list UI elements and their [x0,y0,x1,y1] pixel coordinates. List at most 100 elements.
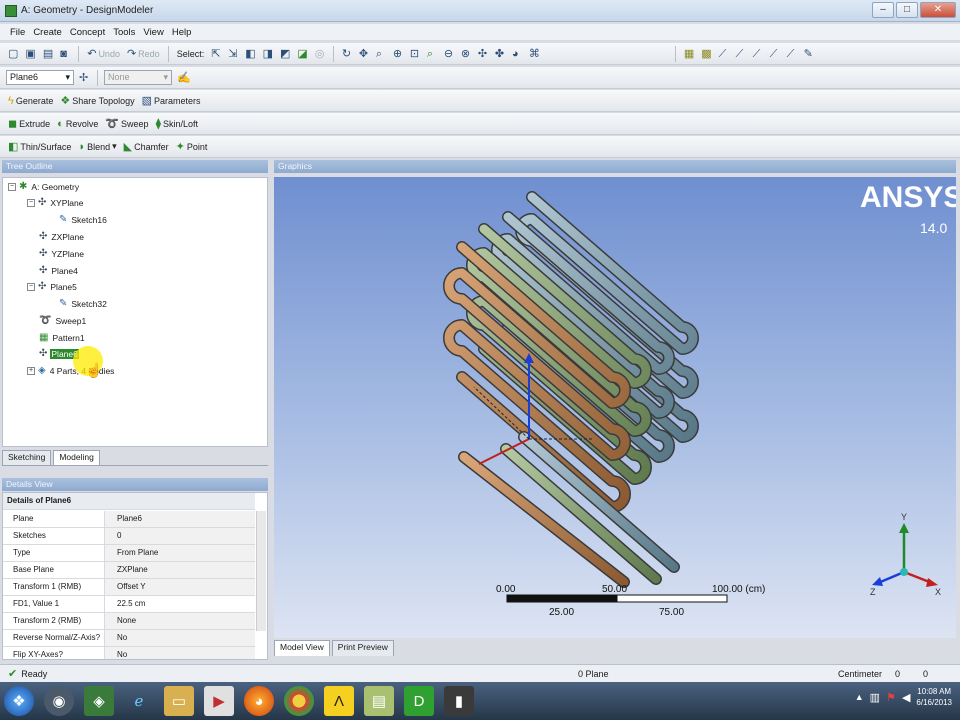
generate-button[interactable]: ϟ Generate [6,93,55,109]
menu-file[interactable]: File [10,27,25,38]
undo-button[interactable]: ↶ Undo [85,46,122,62]
tab-print-preview[interactable]: Print Preview [331,640,394,656]
clock[interactable]: 10:08 AM 6/16/2013 [916,686,952,708]
tab-model-view[interactable]: Model View [274,640,330,656]
extrude-button[interactable]: ◼ Extrude [6,116,52,132]
new-plane-toolbar-button[interactable]: ✢ [77,70,91,86]
wireframe-button[interactable]: ⌘ [527,46,542,62]
point-tool-button[interactable]: ⟋ [768,46,782,62]
select-type-button[interactable]: ⇲ [226,46,240,62]
zoom-fit-button[interactable]: ⊡ [408,46,422,62]
maximize-button[interactable]: □ [896,2,918,18]
line-tool-button[interactable]: ⟋ [734,46,748,62]
tree-node-sketch32[interactable]: ✎ Sketch32 [59,299,108,310]
revolve-button[interactable]: ◐ Revolve [55,116,100,132]
pan-button[interactable]: ✥ [357,46,371,62]
point-button[interactable]: ✦ Point [174,139,210,155]
menu-view[interactable]: View [143,27,163,38]
taskbar-app-workbench[interactable]: Λ [324,686,354,716]
menu-help[interactable]: Help [172,27,192,38]
blend-button[interactable]: ◗ Blend ▾ [76,139,118,155]
menu-concept[interactable]: Concept [70,27,105,38]
dimension-button[interactable]: ⟋ [717,46,731,62]
details-row[interactable]: Sketches 0 [3,528,255,545]
pin-tool-button[interactable]: ✎ [802,46,816,62]
details-row[interactable]: Plane Plane6 [3,511,255,528]
screenshot-button[interactable]: ◙ [58,46,72,62]
details-row[interactable]: Base Plane ZXPlane [3,562,255,579]
skin-loft-button[interactable]: ⧫ Skin/Loft [154,116,200,132]
tree-node-yzplane[interactable]: ✣ YZPlane [39,249,85,260]
flag-icon[interactable]: ⚑ [886,691,896,704]
select-bodies-button[interactable]: ◪ [295,46,309,62]
rotate-button[interactable]: ↻ [340,46,354,62]
details-group[interactable]: Details of Plane6 [3,493,255,510]
select-edges-button[interactable]: ◨ [261,46,275,62]
new-button[interactable]: ▢ [6,46,20,62]
sketch-select[interactable]: None ▾ [104,70,172,85]
collapse-icon[interactable]: − [27,199,35,207]
new-plane-button[interactable]: ▦ [682,46,696,62]
tree-node-sketch16[interactable]: ✎ Sketch16 [59,215,108,226]
tab-modeling[interactable]: Modeling [53,450,100,465]
previous-view-button[interactable]: ⊖ [442,46,456,62]
tree-node-sweep1[interactable]: ➰ Sweep1 [39,316,87,327]
network-icon[interactable]: ▥ [870,691,880,704]
collapse-icon[interactable]: − [27,283,35,291]
zoom-button[interactable]: ⌕ [374,46,388,62]
taskbar-app-ansys[interactable]: ◈ [84,686,114,716]
details-row[interactable]: FD1, Value 1 22.5 cm [3,596,255,613]
export-button[interactable]: ▤ [41,46,55,62]
collapse-icon[interactable]: − [8,183,16,191]
details-row[interactable]: Flip XY-Axes? No [3,647,255,659]
tree-node-zxplane[interactable]: ✣ ZXPlane [39,232,85,243]
tree-node-plane5[interactable]: − ✣ Plane5 [27,282,78,292]
select-points-button[interactable]: ◧ [243,46,257,62]
save-button[interactable]: ▣ [23,46,37,62]
expand-icon[interactable]: + [27,367,35,375]
minimize-button[interactable]: – [872,2,894,18]
extend-select-button[interactable]: ◎ [313,46,327,62]
redo-button[interactable]: ↷ Redo [125,46,162,62]
details-row[interactable]: Reverse Normal/Z-Axis? No [3,630,255,647]
tree-node-plane4[interactable]: ✣ Plane4 [39,266,79,277]
new-sketch-button[interactable]: ▩ [699,46,713,62]
display-mode-button[interactable]: ◕ [510,46,524,62]
tree-node-pattern1[interactable]: ▦ Pattern1 [39,333,86,344]
parameters-button[interactable]: ▧ Parameters [140,93,203,109]
taskbar-app-chrome[interactable] [284,686,314,716]
tray-arrow-icon[interactable]: ▲ [855,692,864,702]
iso-view-button[interactable]: ✣ [476,46,490,62]
volume-icon[interactable]: ◀ [902,691,910,704]
details-row[interactable]: Transform 2 (RMB) None [3,613,255,630]
plane-select[interactable]: Plane6 ▾ [6,70,74,85]
tab-sketching[interactable]: Sketching [2,450,52,465]
look-at-button[interactable]: ✤ [493,46,507,62]
details-row[interactable]: Transform 1 (RMB) Offset Y [3,579,255,596]
sweep-button[interactable]: ➰ Sweep [103,116,150,132]
start-button[interactable]: ❖ [4,686,34,716]
select-faces-button[interactable]: ◩ [278,46,292,62]
next-view-button[interactable]: ⊗ [459,46,473,62]
details-scrollbar[interactable] [256,511,266,631]
taskbar-app-explorer[interactable]: ▭ [164,686,194,716]
taskbar-app-notes[interactable]: ▤ [364,686,394,716]
share-topology-button[interactable]: ❖ Share Topology [58,93,136,109]
graphics-viewport[interactable]: ANSYS 14.0 0.00 50.00 100.00 (cm) 25.00 … [274,177,956,638]
thin-surface-button[interactable]: ◧ Thin/Surface [6,139,73,155]
taskbar-app-recorder[interactable]: ▮ [444,686,474,716]
chamfer-button[interactable]: ◣ Chamfer [122,139,171,155]
select-mode-button[interactable]: ⇱ [209,46,223,62]
axis-tool-button[interactable]: ⟋ [785,46,799,62]
taskbar-app-player[interactable]: ▶ [204,686,234,716]
menu-create[interactable]: Create [33,27,62,38]
arc-tool-button[interactable]: ⟋ [751,46,765,62]
new-sketch-toolbar-button[interactable]: ✍ [175,70,193,86]
taskbar-app-media[interactable]: ◉ [44,686,74,716]
close-button[interactable]: ✕ [920,2,956,18]
tree-node-xyplane[interactable]: − ✣ XYPlane [27,198,84,208]
taskbar-app-firefox[interactable]: ◕ [244,686,274,716]
taskbar-app-designmodeler[interactable]: D [404,686,434,716]
tree-node-geometry[interactable]: − ✱ A: Geometry [8,182,80,192]
details-row[interactable]: Type From Plane [3,545,255,562]
